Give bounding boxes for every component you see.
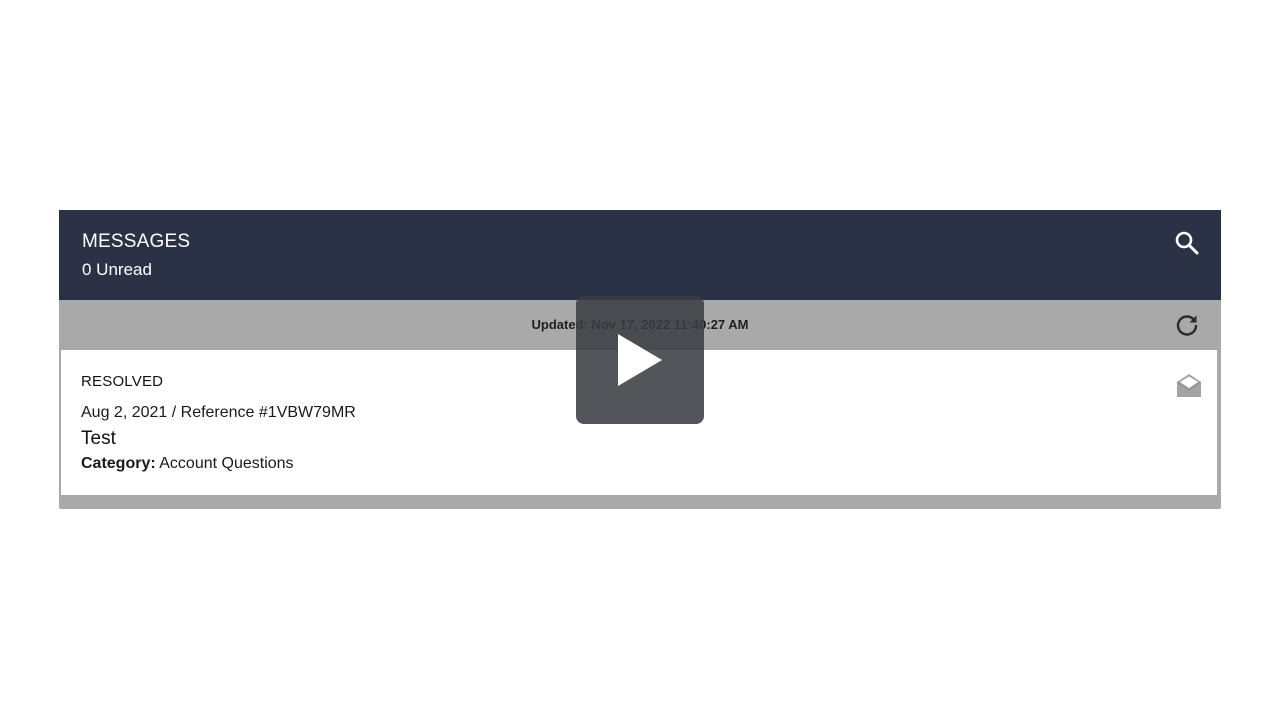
messages-header: MESSAGES 0 Unread — [59, 210, 1221, 300]
envelope-open-icon — [1175, 371, 1203, 399]
play-icon — [618, 334, 662, 386]
message-subject: Test — [81, 428, 116, 449]
search-button[interactable] — [1174, 230, 1200, 256]
page: MESSAGES 0 Unread Updated: Nov 17, 2022 … — [0, 0, 1280, 720]
unread-count: 0 Unread — [82, 260, 152, 279]
refresh-icon — [1176, 315, 1198, 336]
category-label: Category: — [81, 455, 156, 472]
message-category: Category: Account Questions — [81, 455, 294, 473]
category-value: Account Questions — [159, 455, 294, 472]
page-title: MESSAGES — [82, 231, 191, 252]
refresh-button[interactable] — [1174, 312, 1200, 338]
video-play-button[interactable] — [576, 296, 704, 424]
search-icon — [1175, 231, 1199, 255]
message-date-reference: Aug 2, 2021 / Reference #1VBW79MR — [81, 404, 356, 421]
message-status: RESOLVED — [81, 373, 164, 390]
